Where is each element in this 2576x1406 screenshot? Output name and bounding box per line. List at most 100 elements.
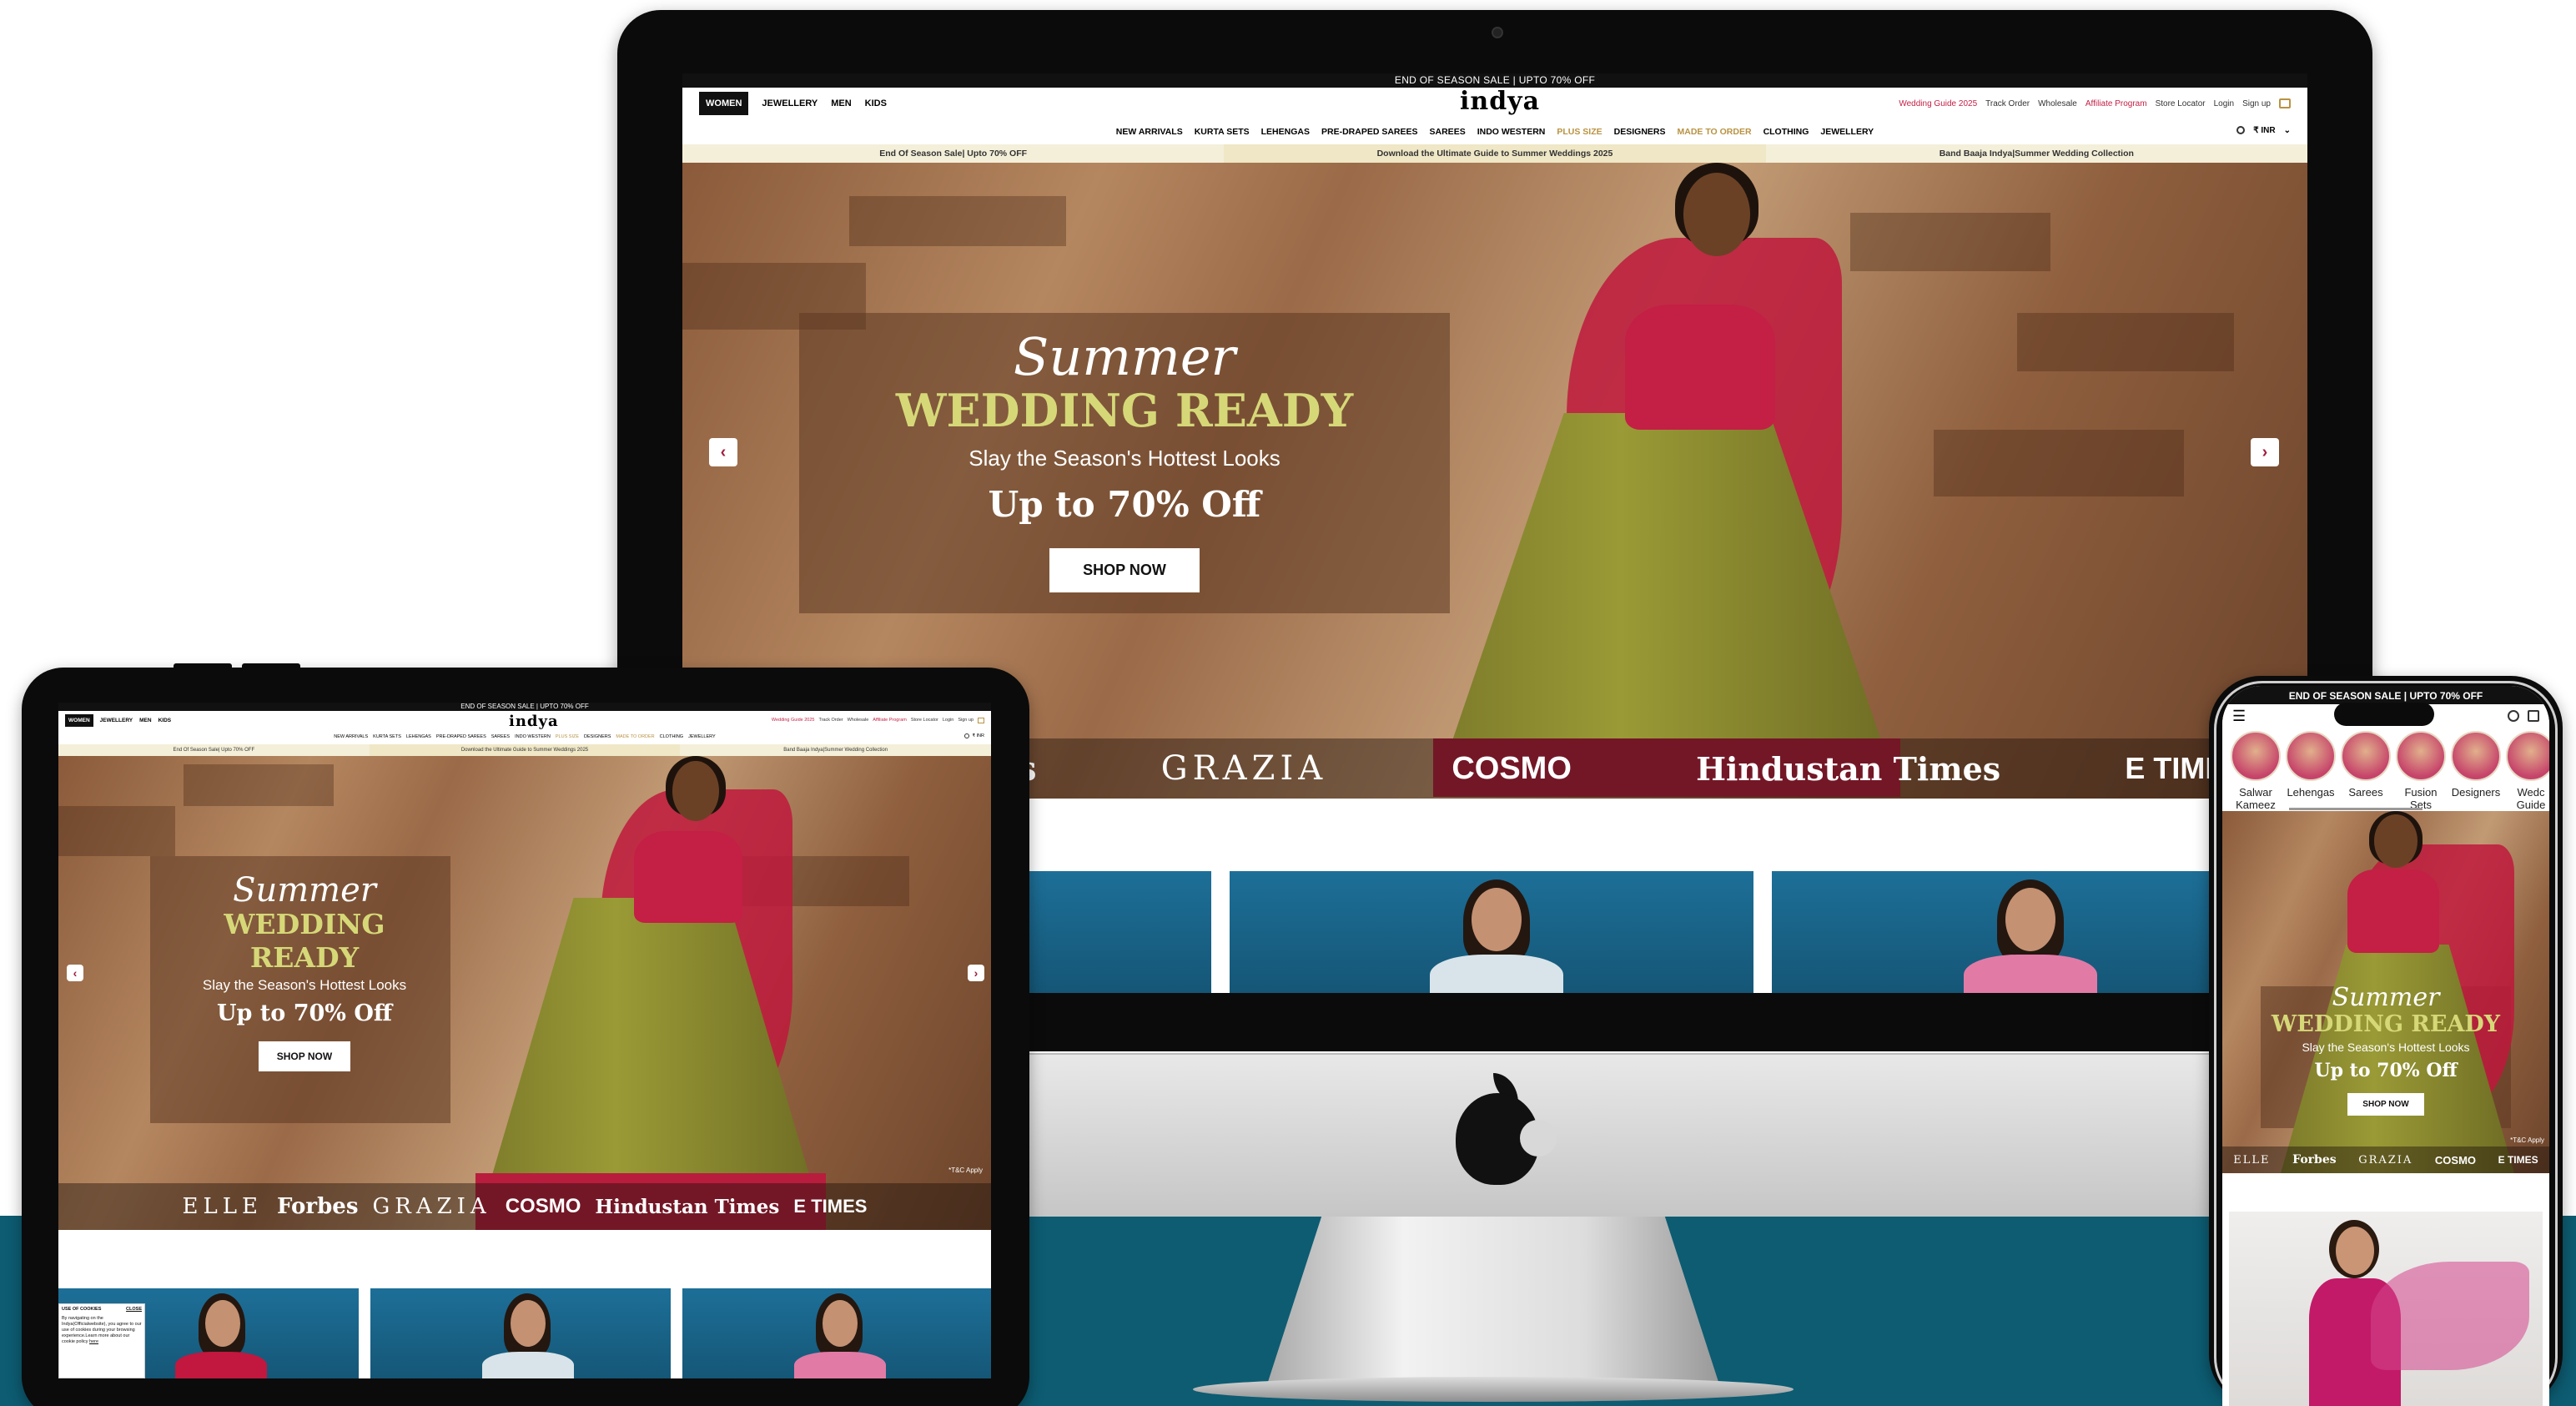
nav-kurta-sets[interactable]: KURTA SETS [373,734,401,739]
hero-banner[interactable]: Summer WEDDING READY Slay the Season's H… [2222,811,2549,1173]
nav-plus-size[interactable]: PLUS SIZE [1557,127,1602,137]
press-logo-forbes: Forbes [2292,1153,2337,1167]
category-card[interactable] [1230,871,1753,993]
shop-now-button[interactable]: SHOP NOW [2347,1093,2424,1116]
nav-new-arrivals[interactable]: NEW ARRIVALS [1116,127,1183,137]
cookie-close-button[interactable]: CLOSE [126,1307,142,1313]
site-logo[interactable]: indya [1460,87,1540,116]
signup-link[interactable]: Sign up [958,718,974,723]
nav-jewellery[interactable]: JEWELLERY [688,734,716,739]
nav-lehengas[interactable]: LEHENGAS [1261,127,1310,137]
promo-item[interactable]: Download the Ultimate Guide to Summer We… [369,744,681,756]
promo-item[interactable]: Band Baaja Indya|Summer Wedding Collecti… [1766,144,2307,163]
hero-subtitle: Slay the Season's Hottest Looks [202,977,407,993]
cart-icon[interactable] [2279,98,2291,108]
nav-clothing[interactable]: CLOTHING [660,734,683,739]
promo-item[interactable]: End Of Season Sale| Upto 70% OFF [682,144,1224,163]
category-card[interactable] [682,1288,991,1378]
nav-jewellery[interactable]: JEWELLERY [1820,127,1874,137]
category-thumbnail [2506,731,2549,781]
press-logos-strip: ELLE Forbes GRAZIA COSMO E TIMES [2222,1146,2549,1173]
hamburger-menu-icon[interactable]: ☰ [2232,708,2246,725]
track-order-link[interactable]: Track Order [1985,99,2030,108]
category-fusion-sets[interactable]: Fusion Sets [2394,731,2448,811]
signup-link[interactable]: Sign up [2242,99,2271,108]
hero-offer: Up to 70% Off [988,484,1261,525]
nav-indo-western[interactable]: INDO WESTERN [515,734,551,739]
login-link[interactable]: Login [2214,99,2234,108]
main-nav: NEW ARRIVALS KURTA SETS LEHENGAS PRE-DRA… [58,729,991,744]
nav-new-arrivals[interactable]: NEW ARRIVALS [334,734,368,739]
wholesale-link[interactable]: Wholesale [848,718,869,723]
press-logo-cosmo: COSMO [2434,1153,2477,1167]
shop-now-button[interactable]: SHOP NOW [1049,548,1200,592]
category-wedding-guide[interactable]: Wedc Guide [2504,731,2549,811]
wedding-guide-link[interactable]: Wedding Guide 2025 [1899,99,1977,108]
track-order-link[interactable]: Track Order [818,718,843,723]
next-slide-button[interactable]: › [968,965,984,981]
press-logo-etimes: E TIMES [2498,1154,2538,1166]
category-salwar-kameez[interactable]: Salwar Kameez [2229,731,2282,811]
store-locator-link[interactable]: Store Locator [911,718,938,723]
cart-icon[interactable] [2528,710,2539,722]
login-link[interactable]: Login [943,718,953,723]
nav-pre-draped-sarees[interactable]: PRE-DRAPED SAREES [436,734,486,739]
store-locator-link[interactable]: Store Locator [2156,99,2206,108]
nav-sarees[interactable]: SAREES [1430,127,1466,137]
affiliate-link[interactable]: Affiliate Program [873,718,907,723]
currency-select[interactable]: ₹ INR [2253,126,2275,135]
nav-kurta-sets[interactable]: KURTA SETS [1195,127,1250,137]
category-sarees[interactable]: Sarees [2339,731,2392,799]
nav-made-to-order[interactable]: MADE TO ORDER [616,734,654,739]
tab-men[interactable]: MEN [831,98,851,108]
category-designers[interactable]: Designers [2449,731,2503,799]
prev-slide-button[interactable]: ‹ [709,438,737,466]
nav-designers[interactable]: DESIGNERS [1614,127,1666,137]
category-carousel: Salwar Kameez Lehengas Sarees Fusion Set… [2222,728,2549,811]
category-lehengas[interactable]: Lehengas [2284,731,2337,799]
search-icon[interactable] [2236,126,2246,134]
cart-icon[interactable] [978,717,984,723]
tab-jewellery[interactable]: JEWELLERY [762,98,818,108]
promo-item[interactable]: Download the Ultimate Guide to Summer We… [1224,144,1766,163]
site-logo[interactable]: indya [509,713,559,730]
category-label: Salwar Kameez [2236,786,2276,811]
nav-plus-size[interactable]: PLUS SIZE [556,734,579,739]
top-header: WOMEN JEWELLERY MEN KIDS indya Wedding G… [58,711,991,730]
category-card[interactable] [370,1288,671,1378]
tab-kids[interactable]: KIDS [158,718,172,723]
tab-women[interactable]: WOMEN [699,92,749,115]
promo-item[interactable]: End Of Season Sale| Upto 70% OFF [58,744,370,756]
currency-select[interactable]: ₹ INR [973,733,985,738]
search-icon[interactable] [963,733,969,738]
nav-sarees[interactable]: SAREES [491,734,510,739]
affiliate-link[interactable]: Affiliate Program [2085,99,2147,108]
carousel-scroll-indicator [2289,808,2423,810]
sale-strip: END OF SEASON SALE | UPTO 70% OFF [682,73,2307,88]
nav-pre-draped-sarees[interactable]: PRE-DRAPED SAREES [1321,127,1418,137]
hero-offer: Up to 70% Off [2314,1060,2458,1081]
stair-block [1934,430,2184,496]
cookie-policy-link[interactable]: here [89,1339,98,1344]
product-card[interactable] [2229,1212,2543,1406]
nav-made-to-order[interactable]: MADE TO ORDER [1678,127,1752,137]
shop-now-button[interactable]: SHOP NOW [258,1041,351,1071]
model-dupatta [2371,1262,2529,1370]
tab-women[interactable]: WOMEN [65,713,93,727]
tab-men[interactable]: MEN [139,718,151,723]
hero-banner[interactable]: Summer WEDDING READY Slay the Season's H… [58,756,991,1230]
nav-indo-western[interactable]: INDO WESTERN [1477,127,1546,137]
nav-designers[interactable]: DESIGNERS [584,734,611,739]
prev-slide-button[interactable]: ‹ [67,965,83,981]
nav-clothing[interactable]: CLOTHING [1763,127,1809,137]
wholesale-link[interactable]: Wholesale [2038,99,2077,108]
tab-jewellery[interactable]: JEWELLERY [100,718,133,723]
wedding-guide-link[interactable]: Wedding Guide 2025 [772,718,815,723]
tab-kids[interactable]: KIDS [865,98,887,108]
search-icon[interactable] [2508,710,2519,722]
tablet-browser-viewport: END OF SEASON SALE | UPTO 70% OFF WOMEN … [58,703,991,1378]
next-slide-button[interactable]: › [2251,438,2279,466]
nav-lehengas[interactable]: LEHENGAS [406,734,431,739]
promo-item[interactable]: Band Baaja Indya|Summer Wedding Collecti… [680,744,991,756]
model-outfit [794,1352,886,1378]
